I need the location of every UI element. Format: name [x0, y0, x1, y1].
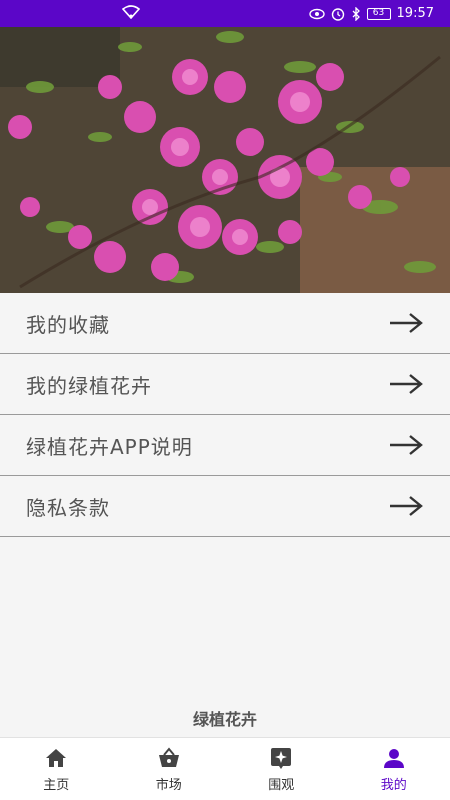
hero-image	[0, 27, 450, 293]
tab-mine[interactable]: 我的	[338, 738, 450, 800]
bottom-tab-bar: 主页 市场 围观 我的	[0, 737, 450, 800]
tab-explore[interactable]: 围观	[225, 738, 338, 800]
arrow-right-icon	[390, 496, 423, 516]
flower-photo	[0, 27, 450, 293]
menu-item-app-info[interactable]: 绿植花卉APP说明	[0, 415, 450, 476]
sparkle-icon	[271, 747, 292, 769]
arrow-right-icon	[390, 313, 423, 333]
eye-icon	[308, 8, 325, 19]
menu-item-label: 隐私条款	[26, 495, 110, 520]
menu-item-label: 我的收藏	[26, 312, 110, 337]
tab-label: 围观	[268, 777, 295, 793]
menu-item-favorites[interactable]: 我的收藏	[0, 293, 450, 354]
status-time: 19:57	[396, 6, 434, 21]
tab-home[interactable]: 主页	[0, 738, 113, 800]
menu-item-label: 我的绿植花卉	[26, 373, 152, 398]
battery-level: 63	[372, 8, 385, 18]
bluetooth-icon	[352, 6, 360, 21]
battery-icon: 63	[366, 7, 391, 20]
home-icon	[46, 748, 67, 767]
tab-label: 主页	[43, 777, 70, 793]
tab-label: 我的	[380, 777, 407, 793]
menu-item-privacy[interactable]: 隐私条款	[0, 476, 450, 537]
status-bar: 63 19:57	[0, 0, 450, 27]
profile-menu: 我的收藏 我的绿植花卉 绿植花卉APP说明 隐私条款	[0, 293, 450, 537]
person-icon	[383, 748, 404, 768]
menu-item-label: 绿植花卉APP说明	[26, 434, 193, 459]
alarm-icon	[331, 7, 344, 21]
wifi-icon	[122, 5, 140, 19]
arrow-right-icon	[390, 374, 423, 394]
tab-market[interactable]: 市场	[113, 738, 226, 800]
tab-label: 市场	[155, 777, 182, 793]
app-name-footer: 绿植花卉	[192, 710, 257, 729]
arrow-right-icon	[390, 435, 423, 455]
basket-icon	[158, 746, 179, 767]
menu-item-my-plants[interactable]: 我的绿植花卉	[0, 354, 450, 415]
